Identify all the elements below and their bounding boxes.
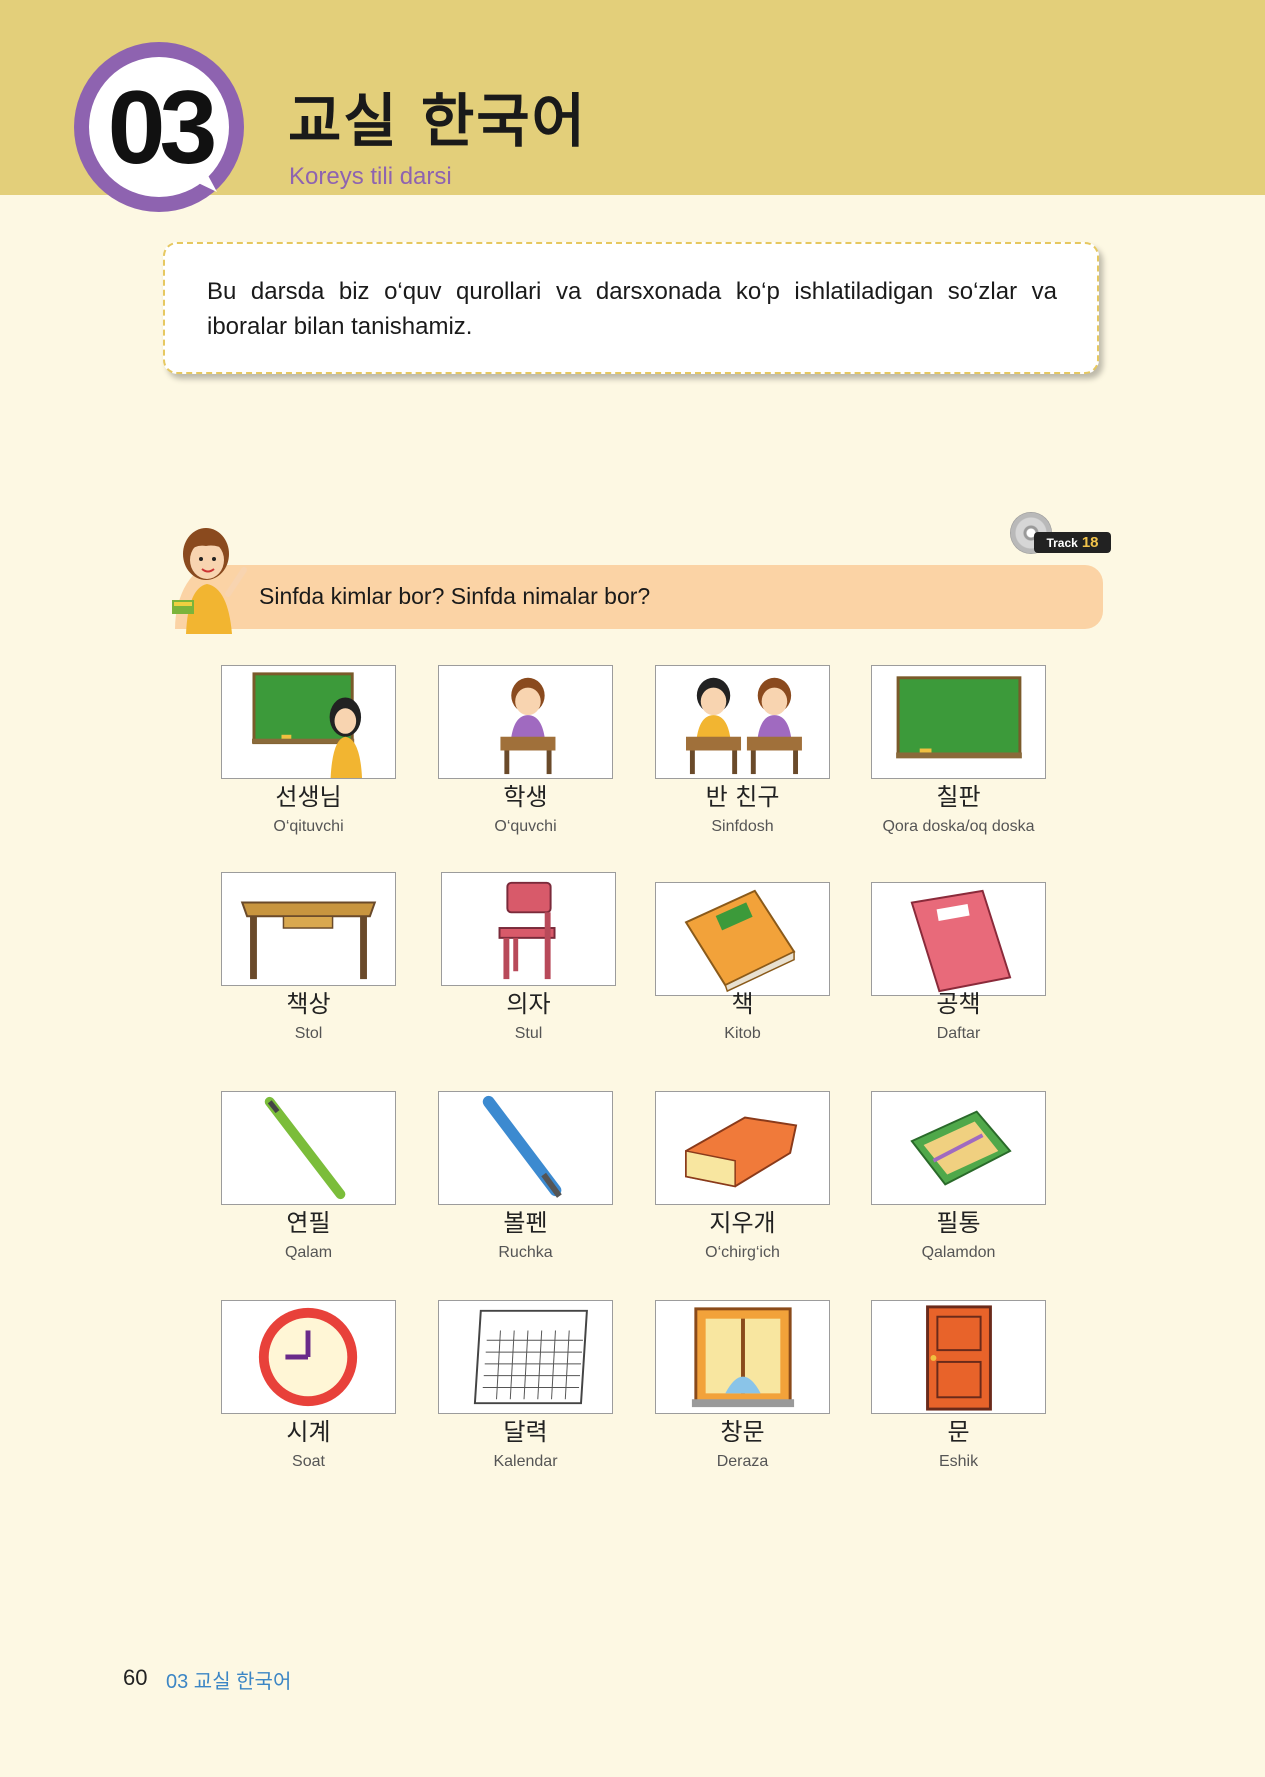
vocab-translation: Qalam	[284, 1244, 333, 1261]
vocab-word: 연필	[286, 1209, 331, 1237]
vocab-word: 의자	[506, 990, 551, 1018]
vocab-word: 학생	[503, 783, 548, 811]
chair-icon	[441, 872, 616, 986]
page-number: 60	[123, 1665, 148, 1690]
eraser-icon	[655, 1091, 830, 1205]
lesson-number-badge: 03	[72, 40, 247, 215]
vocab-word: 지우개	[709, 1209, 776, 1237]
lesson-number: 03	[107, 69, 218, 186]
intro-text: Bu darsda biz o‘quv qurollari va darsxon…	[207, 278, 1057, 340]
track-word: Track	[1046, 535, 1078, 550]
vocab-translation: Sinfdosh	[711, 818, 774, 835]
book-icon	[655, 882, 830, 996]
intro-box: Bu darsda biz o‘quv qurollari va darsxon…	[163, 242, 1099, 374]
vocab-word: 반 친구	[705, 783, 780, 811]
vocab-translation: O‘qituvchi	[273, 818, 344, 835]
desk-icon	[221, 872, 396, 986]
vocab-translation: Stul	[514, 1025, 543, 1042]
page-subtitle: Koreys tili darsi	[289, 163, 452, 190]
vocab-word: 책	[731, 990, 754, 1018]
vocab-translation: Kalendar	[493, 1453, 558, 1470]
audio-track-button[interactable]: Track 18	[1010, 512, 1111, 556]
vocab-translation: O‘quvchi	[494, 818, 557, 835]
vocab-word: 시계	[286, 1418, 331, 1446]
teacher-blackboard-icon	[221, 665, 396, 779]
classmates-icon	[655, 665, 830, 779]
window-icon	[655, 1300, 830, 1414]
vocab-word: 볼펜	[503, 1209, 548, 1237]
vocab-translation: Deraza	[716, 1453, 769, 1470]
pencil-icon	[221, 1091, 396, 1205]
vocab-word: 공책	[936, 990, 981, 1018]
vocab-translation: Stol	[294, 1025, 323, 1042]
prompt-text: Sinfda kimlar bor? Sinfda nimalar bor?	[259, 583, 651, 609]
vocab-translation: Qalamdon	[921, 1244, 996, 1261]
door-icon	[871, 1300, 1046, 1414]
vocab-translation: Ruchka	[498, 1244, 553, 1261]
pencil-case-icon	[871, 1091, 1046, 1205]
vocab-word: 책상	[286, 990, 331, 1018]
vocab-translation: Soat	[292, 1453, 325, 1470]
calendar-icon	[438, 1300, 613, 1414]
track-label: Track 18	[1034, 532, 1111, 553]
vocab-translation: O‘chirg‘ich	[705, 1244, 780, 1261]
track-number: 18	[1081, 534, 1099, 551]
ballpoint-pen-icon	[438, 1091, 613, 1205]
footer-section-title: 03 교실 한국어	[166, 1671, 292, 1693]
notebook-icon	[871, 882, 1046, 996]
page-title: 교실 한국어	[288, 87, 587, 155]
vocab-word: 선생님	[275, 783, 342, 811]
vocab-word: 문	[947, 1418, 970, 1446]
vocab-translation: Daftar	[936, 1025, 981, 1042]
blackboard-icon	[871, 665, 1046, 779]
clock-icon	[221, 1300, 396, 1414]
vocab-word: 창문	[720, 1418, 765, 1446]
vocab-translation: Eshik	[938, 1453, 979, 1470]
student-desk-icon	[438, 665, 613, 779]
teacher-character-icon	[172, 528, 247, 634]
vocab-word: 필통	[936, 1209, 981, 1237]
vocab-translation: Qora doska/oq doska	[882, 818, 1035, 835]
vocab-word: 칠판	[936, 783, 981, 811]
vocab-word: 달력	[503, 1418, 548, 1446]
vocab-translation: Kitob	[724, 1025, 761, 1042]
